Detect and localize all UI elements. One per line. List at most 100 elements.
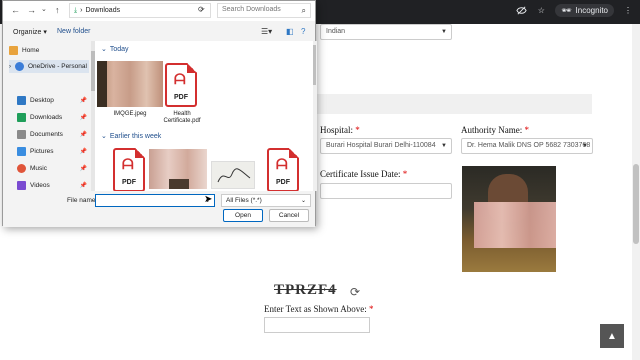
- file-list-scrollbar[interactable]: [313, 41, 317, 191]
- search-downloads-input[interactable]: Search Downloads ⌕: [217, 3, 311, 18]
- address-row: ← → ⌄ ↑ ⤓ › Downloads ⌄ ⟳ Search Downloa…: [3, 1, 315, 21]
- file-type-filter[interactable]: All Files (*.*) ⌄: [221, 194, 311, 207]
- file-name-input[interactable]: ⌄: [95, 194, 215, 207]
- chevron-down-icon: ▼: [441, 143, 447, 149]
- file-open-dialog: ← → ⌄ ↑ ⤓ › Downloads ⌄ ⟳ Search Downloa…: [2, 0, 317, 227]
- required-mark: *: [524, 125, 530, 135]
- nav-item-documents[interactable]: Documents 📌: [17, 128, 97, 141]
- captcha-label: Enter Text as Shown Above: *: [264, 304, 373, 314]
- view-icon[interactable]: ☰▾: [261, 27, 272, 36]
- authority-label-text: Authority Name:: [461, 125, 523, 135]
- music-icon: [17, 164, 26, 173]
- pdf-file-icon[interactable]: ᗩ PDF: [113, 148, 145, 191]
- star-icon[interactable]: ☆: [535, 5, 547, 17]
- nationality-select[interactable]: Indian ▼: [320, 24, 452, 40]
- help-icon[interactable]: ?: [301, 27, 305, 36]
- nav-label: Desktop: [30, 97, 54, 104]
- required-mark: *: [402, 169, 408, 179]
- file-type-value: All Files (*.*): [226, 197, 262, 204]
- pictures-icon: [17, 147, 26, 156]
- authority-value: Dr. Hema Malik DNS OP 5682 7303768: [467, 142, 591, 149]
- search-placeholder: Search Downloads: [222, 6, 281, 13]
- file-list-scroll-thumb[interactable]: [313, 45, 316, 85]
- certificate-date-input[interactable]: [320, 183, 452, 199]
- home-icon: [9, 46, 18, 55]
- pdf-file-icon[interactable]: ᗩ PDF: [165, 63, 197, 107]
- chevron-down-icon: ⌄: [101, 46, 107, 53]
- pdf-file-icon[interactable]: ᗩ PDF: [267, 148, 299, 191]
- up-arrow-icon[interactable]: ↑: [55, 5, 60, 15]
- address-bar[interactable]: ⤓ › Downloads ⌄: [69, 3, 211, 18]
- signature-thumbnail[interactable]: [211, 161, 255, 189]
- cancel-button[interactable]: Cancel: [269, 209, 309, 222]
- nav-item-downloads[interactable]: Downloads 📌: [17, 111, 97, 124]
- back-to-top-button[interactable]: ▲: [600, 324, 624, 348]
- file-list: ⌄ Today IMQGE.jpeg ᗩ PDF Health Certific…: [95, 41, 315, 191]
- nav-item-desktop[interactable]: Desktop 📌: [17, 94, 97, 107]
- nav-item-music[interactable]: Music 📌: [17, 162, 97, 175]
- chevron-down-icon[interactable]: ⌄: [41, 5, 47, 13]
- open-button[interactable]: Open: [223, 209, 263, 222]
- pin-icon: 📌: [79, 98, 87, 104]
- page-scroll-thumb[interactable]: [633, 164, 639, 244]
- eye-off-icon[interactable]: [515, 5, 527, 17]
- hospital-value: Burari Hospital Burari Delhi-110084: [326, 142, 436, 149]
- forward-arrow-icon[interactable]: →: [27, 5, 36, 15]
- nav-item-onedrive[interactable]: › OneDrive - Personal: [9, 60, 89, 73]
- cloud-icon: [15, 62, 24, 71]
- certificate-date-label: Certificate Issue Date: *: [320, 169, 407, 179]
- dialog-toolbar: Organize ▾ New folder ☰▾ ◧ ?: [3, 25, 315, 41]
- file-name-health-certificate[interactable]: Health Certificate.pdf: [159, 111, 205, 125]
- nav-label: Home: [22, 47, 40, 54]
- thumbnail-edge: [97, 61, 107, 107]
- refresh-icon[interactable]: ⟳: [198, 5, 205, 14]
- kebab-menu-icon[interactable]: ⋮: [622, 5, 634, 17]
- back-arrow-icon[interactable]: ←: [11, 5, 20, 15]
- new-folder-button[interactable]: New folder: [57, 28, 90, 35]
- section-band: [300, 94, 592, 114]
- group-today[interactable]: ⌄ Today: [101, 45, 129, 54]
- preview-pane-icon[interactable]: ◧: [286, 27, 294, 36]
- organize-button[interactable]: Organize ▾: [13, 28, 47, 36]
- acrobat-icon: ᗩ: [174, 71, 186, 87]
- pdf-label: PDF: [276, 179, 290, 186]
- authority-select[interactable]: Dr. Hema Malik DNS OP 5682 7303768 ▼: [461, 138, 593, 154]
- nav-label: Documents: [30, 131, 63, 138]
- thumbnail-detail: [169, 179, 189, 189]
- nav-label: OneDrive - Personal: [28, 63, 87, 70]
- browser-toolbar-right: ☆ 🕶 Incognito ⋮: [515, 4, 634, 17]
- mouse-cursor-icon: ➤: [204, 194, 213, 205]
- address-path: Downloads: [85, 7, 121, 14]
- hospital-select[interactable]: Burari Hospital Burari Delhi-110084 ▼: [320, 138, 452, 154]
- nav-label: Downloads: [30, 114, 63, 121]
- nav-item-pictures[interactable]: Pictures 📌: [17, 145, 97, 158]
- group-earlier-label: Earlier this week: [109, 132, 162, 140]
- file-name-imqge[interactable]: IMQGE.jpeg: [95, 111, 165, 118]
- group-today-label: Today: [109, 45, 129, 53]
- captcha-image: TPRZF4: [274, 282, 337, 298]
- chevron-down-icon: ⌄: [101, 133, 107, 140]
- incognito-icon: 🕶: [561, 6, 572, 15]
- incognito-badge[interactable]: 🕶 Incognito: [555, 4, 614, 17]
- refresh-icon[interactable]: ⟳: [350, 285, 360, 299]
- required-mark: *: [355, 125, 360, 135]
- chevron-down-icon: ⌄: [300, 198, 306, 204]
- required-mark: *: [368, 304, 374, 314]
- pdf-label: PDF: [174, 94, 188, 101]
- dialog-footer: File name: ⌄ All Files (*.*) ⌄ Open Canc…: [3, 191, 315, 227]
- download-icon: [17, 113, 26, 122]
- group-earlier-this-week[interactable]: ⌄ Earlier this week: [101, 132, 162, 141]
- image-thumbnail[interactable]: [97, 61, 163, 107]
- navigation-pane: Home › OneDrive - Personal Desktop 📌 Dow…: [3, 41, 91, 191]
- video-icon: [17, 181, 26, 190]
- captcha-label-text: Enter Text as Shown Above:: [264, 304, 367, 314]
- pin-icon: 📌: [79, 183, 87, 189]
- pdf-fold: [289, 148, 299, 158]
- captcha-input[interactable]: [264, 317, 370, 333]
- nav-label: Music: [30, 165, 47, 172]
- pdf-fold: [187, 63, 197, 73]
- page-scrollbar[interactable]: [632, 24, 640, 360]
- pdf-label: PDF: [122, 179, 136, 186]
- photo-thumbnail[interactable]: [149, 149, 207, 189]
- nav-item-home[interactable]: Home: [9, 44, 89, 57]
